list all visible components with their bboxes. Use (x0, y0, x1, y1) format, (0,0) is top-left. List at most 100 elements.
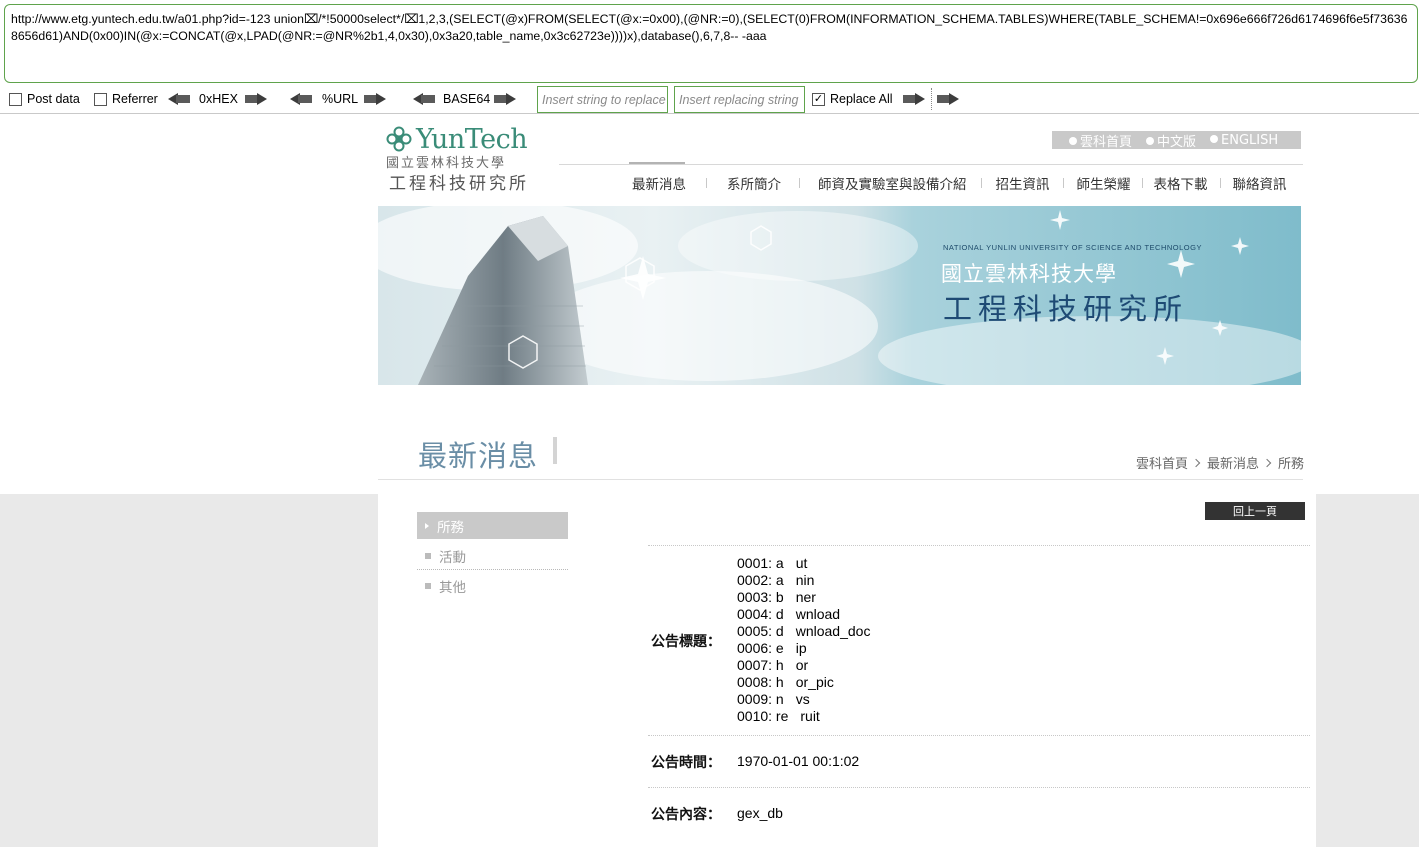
hackbar-toolbar: Post data Referrer 0xHEX %URL BASE64 Ins… (0, 85, 1419, 113)
table-name-row: 0007: h or (737, 657, 870, 674)
table-name-suffix: nin (795, 572, 815, 588)
replace-run-button[interactable] (903, 85, 925, 113)
referrer-label: Referrer (112, 92, 158, 106)
table-name-row: 0006: e ip (737, 640, 870, 657)
post-data-label: Post data (27, 92, 80, 106)
announcement-time-value: 1970-01-01 00:1:02 (737, 753, 860, 769)
arrow-left-icon (290, 93, 312, 105)
table-name-prefix: 0007: h (737, 657, 784, 673)
hex-decode-button[interactable] (168, 85, 190, 113)
arrow-right-icon (494, 93, 516, 105)
nav-item-contact[interactable]: 聯絡資訊 (1233, 173, 1287, 193)
table-name-prefix: 0010: re (737, 708, 789, 724)
breadcrumb-home[interactable]: 雲科首頁 (1136, 453, 1188, 472)
announcement-time-label: 公告時間： (651, 755, 721, 771)
toolbar-divider-line (0, 113, 1419, 114)
base64-decode-button[interactable] (413, 85, 435, 113)
sidebar-item-others[interactable]: 其他 (417, 572, 568, 599)
page-title: 最新消息 (418, 439, 539, 473)
toolbar-divider (931, 88, 932, 110)
nav-item-admission[interactable]: 招生資訊 (996, 173, 1050, 193)
chevron-right-icon (1262, 458, 1272, 467)
referrer-checkbox[interactable] (94, 92, 107, 106)
bullet-icon (1069, 137, 1077, 145)
nav-item-about[interactable]: 系所簡介 (727, 173, 781, 193)
arrow-right-icon (903, 93, 925, 105)
nav-separator (1141, 178, 1143, 188)
execute-button[interactable] (937, 85, 959, 113)
hex-encode-button[interactable] (245, 85, 267, 113)
bullet-icon (1210, 135, 1219, 143)
nav-item-forms[interactable]: 表格下載 (1154, 173, 1208, 193)
table-name-suffix: or (795, 657, 809, 673)
url-decode-button[interactable] (290, 85, 312, 113)
nav-separator (799, 178, 800, 188)
breadcrumb-current[interactable]: 所務 (1278, 453, 1304, 472)
sidebar-item-label: 活動 (439, 549, 466, 566)
back-button[interactable]: 回上一頁 (1205, 502, 1305, 520)
nav-item-news[interactable]: 最新消息 (632, 173, 686, 193)
announcement-content-value: gex_db (737, 805, 783, 821)
flower-logo-icon (386, 126, 412, 152)
table-name-prefix: 0005: d (737, 623, 784, 639)
hero-banner: NATIONAL YUNLIN UNIVERSITY OF SCIENCE AN… (378, 206, 1301, 385)
url-textarea[interactable]: http://www.etg.yuntech.edu.tw/a01.php?id… (4, 4, 1418, 83)
chinese-link[interactable]: 中文版 (1146, 131, 1196, 150)
post-data-checkbox[interactable] (9, 92, 22, 106)
detail-divider (648, 787, 1310, 788)
base64-encode-button[interactable] (494, 85, 516, 113)
square-bullet-icon (425, 552, 431, 559)
sidebar-item-affairs[interactable]: 所務 (417, 512, 568, 539)
page-margin-left (0, 494, 378, 847)
table-name-prefix: 0009: n (737, 691, 784, 707)
nav-item-honors[interactable]: 師生榮耀 (1077, 173, 1131, 193)
main-nav: 最新消息 系所簡介 師資及實驗室與設備介紹 招生資訊 師生榮耀 表格下載 聯絡資… (620, 173, 1287, 193)
detail-divider (648, 545, 1310, 546)
sidebar-item-activities[interactable]: 活動 (417, 542, 568, 569)
table-name-suffix: or_pic (795, 674, 834, 690)
page-margin-right (1316, 494, 1419, 847)
replace-find-input[interactable]: Insert string to replace (537, 86, 668, 113)
home-link[interactable]: 雲科首頁 (1069, 131, 1132, 150)
referrer-toggle[interactable]: Referrer (94, 85, 158, 113)
url-label: %URL (322, 92, 359, 106)
nav-separator (1062, 178, 1064, 188)
announcement-title-value: 0001: a ut 0002: a nin 0003: b ner 0004: d wnlo… (737, 555, 870, 725)
nav-divider (559, 164, 1303, 165)
table-name-row: 0003: b ner (737, 589, 870, 606)
url-encode-button[interactable] (364, 85, 386, 113)
site-logo[interactable]: YunTech 國立雲林科技大學 工程科技研究所 (386, 124, 536, 194)
sidebar-divider (417, 569, 568, 570)
post-data-toggle[interactable]: Post data (9, 85, 80, 113)
table-name-suffix: ruit (800, 708, 820, 724)
english-link[interactable]: ENGLISH (1210, 133, 1278, 148)
hex-label: 0xHEX (199, 92, 238, 106)
table-name-row: 0001: a ut (737, 555, 870, 572)
breadcrumb: 雲科首頁 最新消息 所務 (1136, 453, 1304, 472)
table-name-prefix: 0001: a (737, 555, 784, 571)
table-name-prefix: 0006: e (737, 640, 784, 656)
table-name-row: 0009: n vs (737, 691, 870, 708)
replace-with-input[interactable]: Insert replacing string (674, 86, 805, 113)
content-header-divider (378, 479, 1303, 480)
nav-separator (1219, 178, 1221, 188)
chevron-right-icon (1191, 458, 1201, 467)
breadcrumb-news[interactable]: 最新消息 (1207, 453, 1259, 472)
announcement-content-label: 公告內容： (651, 807, 721, 823)
replace-all-checkbox[interactable]: ✓ (812, 92, 825, 106)
announcement-title-label: 公告標題： (651, 634, 721, 650)
table-name-suffix: ip (795, 640, 807, 656)
logo-english-text: YunTech (416, 124, 528, 155)
nav-item-faculty[interactable]: 師資及實驗室與設備介紹 (818, 173, 967, 193)
base64-label: BASE64 (443, 92, 491, 106)
replace-all-toggle[interactable]: ✓ Replace All (812, 85, 893, 113)
banner-department-title: 工程科技研究所 (943, 292, 1189, 326)
sidebar-item-label: 所務 (437, 519, 464, 536)
table-name-suffix: vs (795, 691, 810, 707)
arrow-left-icon (168, 93, 190, 105)
table-name-suffix: wnload_doc (795, 623, 871, 639)
nav-separator (980, 178, 982, 188)
table-name-row: 0004: d wnload (737, 606, 870, 623)
table-name-prefix: 0003: b (737, 589, 784, 605)
banner-english-title: NATIONAL YUNLIN UNIVERSITY OF SCIENCE AN… (943, 243, 1202, 252)
